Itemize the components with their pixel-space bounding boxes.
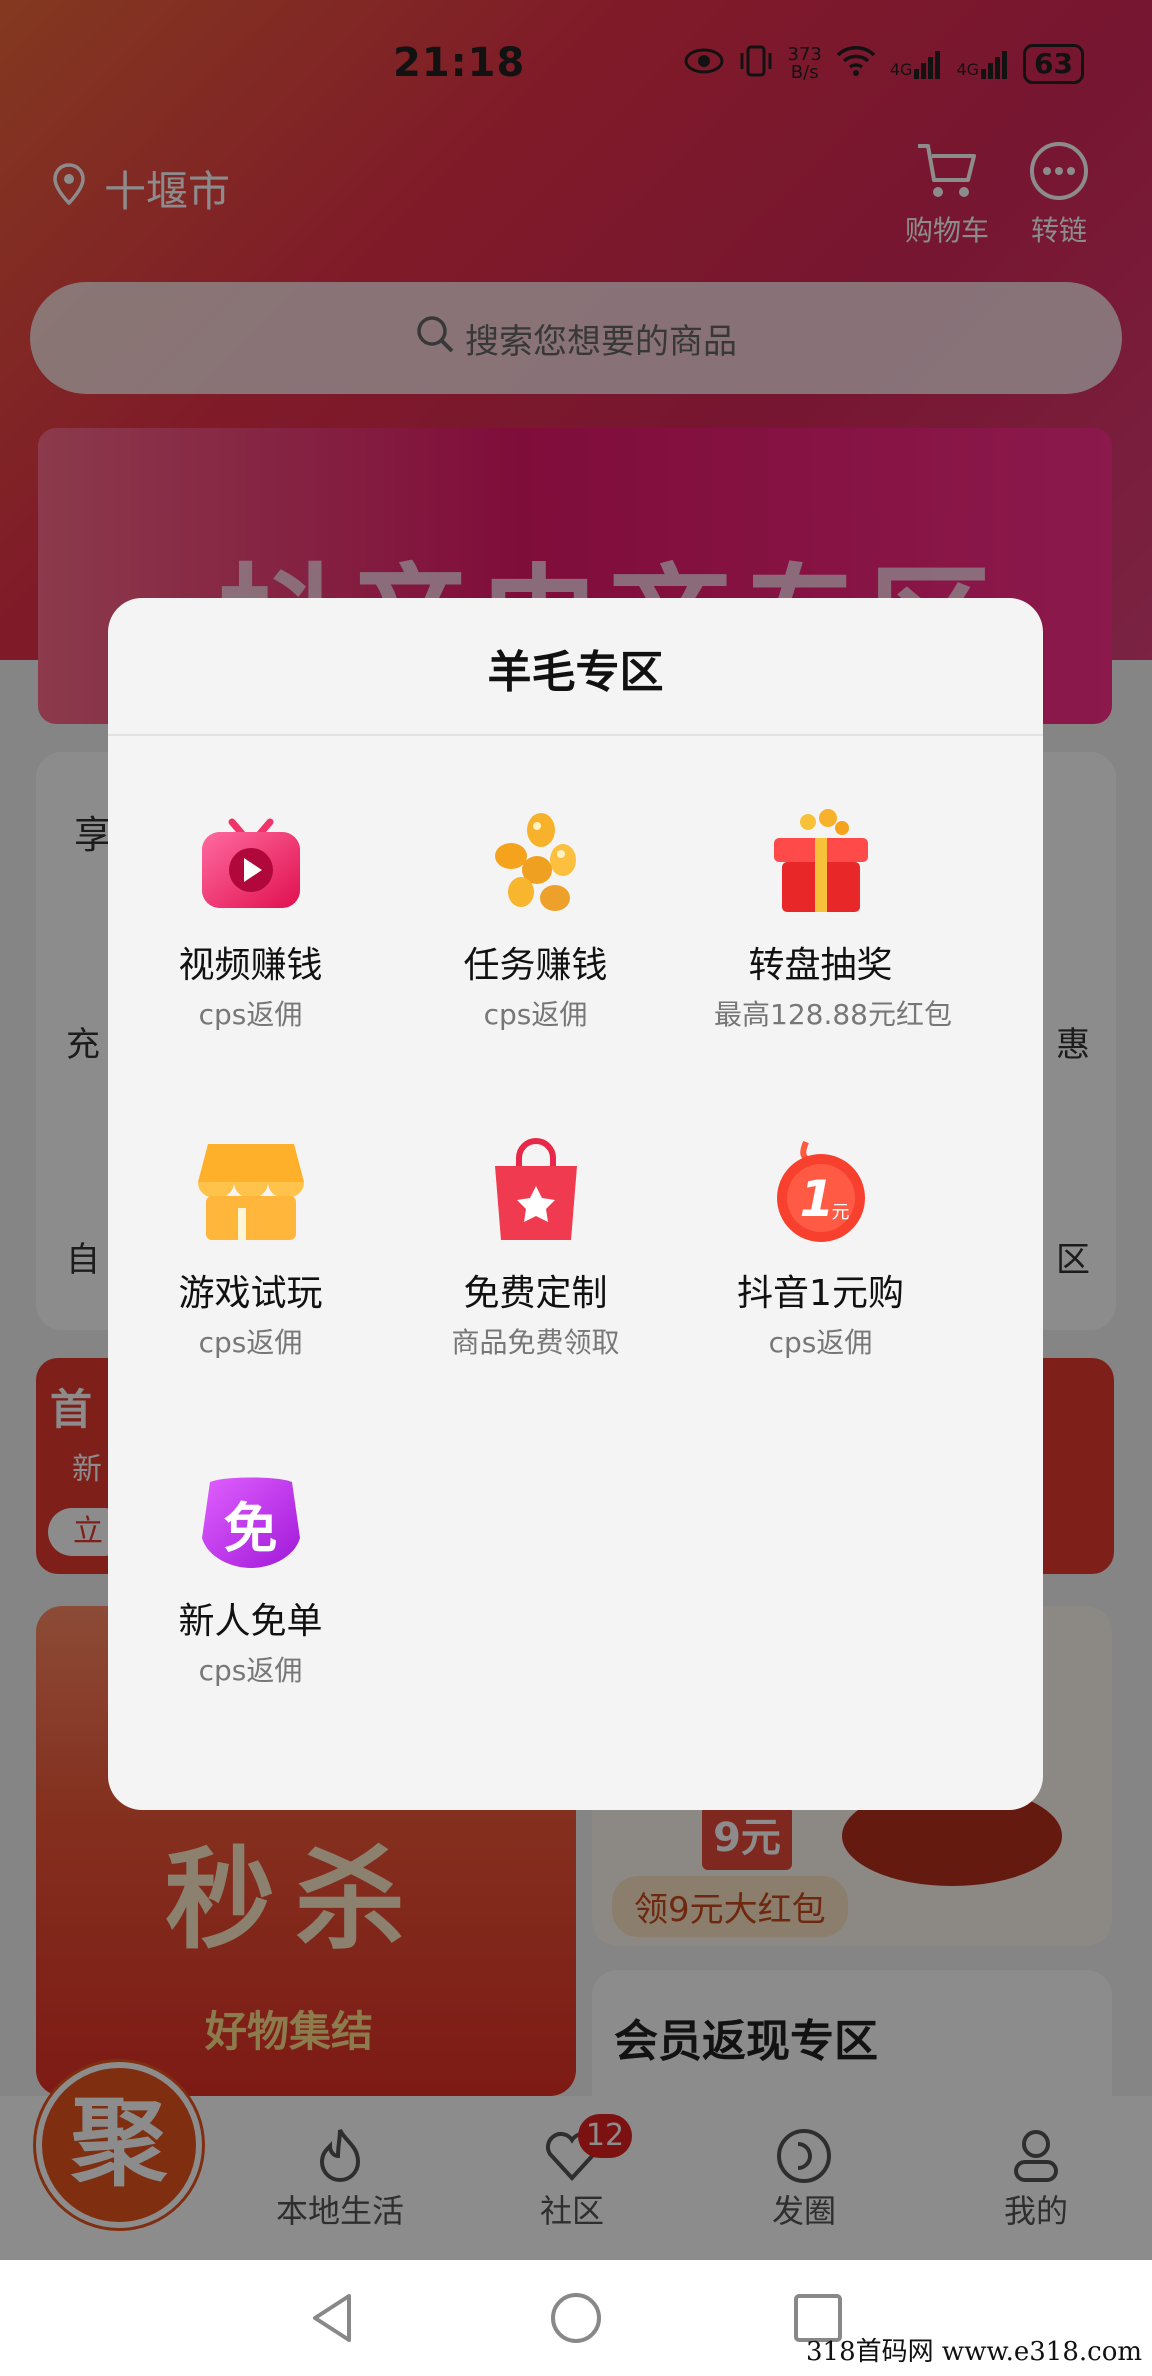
item-free-custom[interactable]: 免费定制 商品免费领取 [393,1136,678,1360]
shop-icon [196,1136,306,1246]
one-yuan-unit: 元 [831,1202,850,1223]
item-name: 游戏试玩 [178,1273,323,1314]
item-sub: cps返佣 [198,1326,303,1359]
item-name: 免费定制 [463,1273,608,1314]
shopping-bag-icon [481,1136,591,1246]
item-sub: cps返佣 [198,998,303,1031]
item-name: 任务赚钱 [463,945,608,986]
watermark: 318首码网 www.e318.com [806,2337,1142,2367]
wool-zone-dialog: 羊毛专区 视频赚钱 cps返佣 任务赚钱 cps返佣 转盘抽奖 最高128.88… [108,598,1043,1810]
item-game-trial[interactable]: 游戏试玩 cps返佣 [108,1136,393,1360]
gift-box-icon [766,808,876,918]
free-char: 免 [223,1497,278,1560]
one-yuan-number: 1 [799,1170,835,1228]
item-wheel-lottery[interactable]: 转盘抽奖 最高128.88元红包 [678,808,963,1032]
item-name: 新人免单 [178,1601,323,1642]
item-sub: cps返佣 [768,1326,873,1359]
item-task-earn[interactable]: 任务赚钱 cps返佣 [393,808,678,1032]
item-sub: 商品免费领取 [451,1326,620,1359]
free-badge-icon: 免 [196,1464,306,1574]
tv-play-icon [196,808,306,918]
item-name: 视频赚钱 [178,945,323,986]
item-name: 转盘抽奖 [748,945,893,986]
gold-coins-icon [481,808,591,918]
item-douyin-one-yuan[interactable]: 1 元 抖音1元购 cps返佣 [678,1136,963,1360]
dialog-divider [108,734,1043,736]
home-circle-icon[interactable] [548,2290,604,2350]
back-icon[interactable] [305,2290,361,2350]
item-sub: cps返佣 [483,998,588,1031]
item-name: 抖音1元购 [737,1273,904,1314]
item-sub: 最高128.88元红包 [714,998,952,1031]
dialog-title: 羊毛专区 [487,647,664,698]
one-yuan-icon: 1 元 [766,1136,876,1246]
item-sub: cps返佣 [198,1654,303,1687]
item-newcomer-free[interactable]: 免 新人免单 cps返佣 [108,1464,393,1688]
item-video-earn[interactable]: 视频赚钱 cps返佣 [108,808,393,1032]
